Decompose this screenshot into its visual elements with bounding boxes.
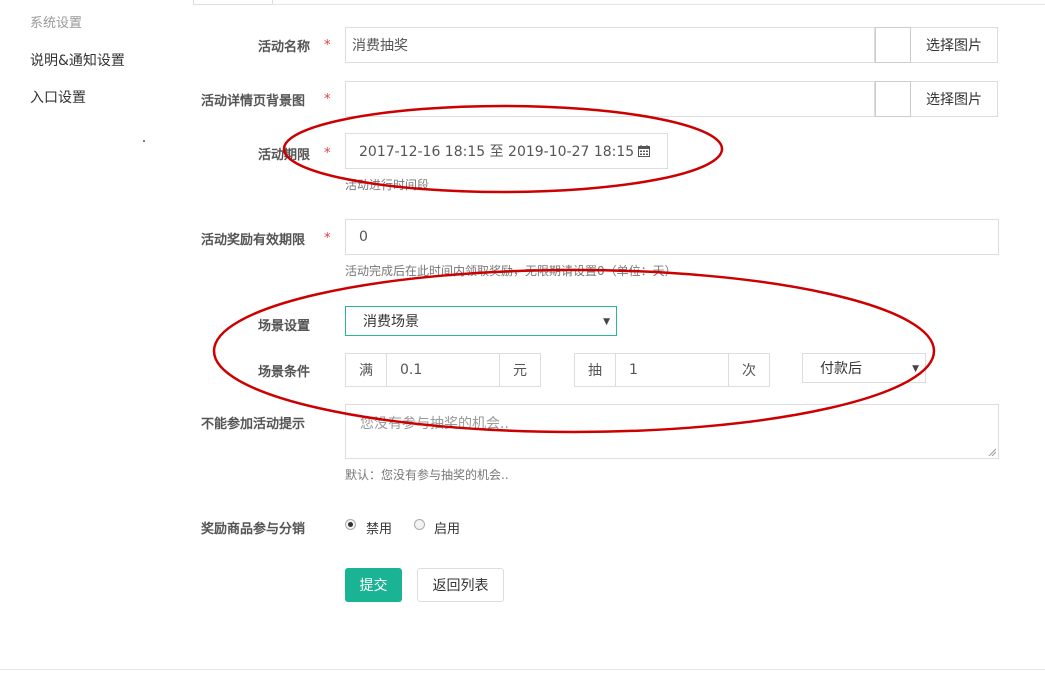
scene-setting-label: 场景设置 — [258, 319, 311, 334]
scene-select-value: 消费场景 — [363, 314, 419, 330]
draw-unit-addon: 次 — [728, 353, 770, 387]
sidebar: 系统设置 说明&通知设置 入口设置 — [0, 0, 192, 673]
page-footer-divider — [0, 669, 1045, 670]
caret-down-icon: ▼ — [912, 364, 919, 374]
activity-period-input[interactable]: 2017-12-16 18:15 至 2019-10-27 18:15 — [345, 133, 668, 169]
cannot-join-help: 默认：您没有参与抽奖的机会.. — [345, 468, 509, 482]
amount-prefix-addon: 满 — [345, 353, 387, 387]
reward-period-input[interactable]: 0 — [345, 219, 999, 255]
activity-name-label: 活动名称 — [258, 40, 311, 55]
activity-period-label: 活动期限 — [258, 148, 311, 163]
sidebar-item-notice-settings[interactable]: 说明&通知设置 — [30, 50, 125, 70]
sidebar-section-title: 系统设置 — [30, 16, 83, 31]
draw-prefix-addon: 抽 — [574, 353, 616, 387]
enable-radio-label[interactable]: 启用 — [434, 518, 460, 537]
select-background-button[interactable]: 选择图片 — [911, 81, 998, 117]
select-image-button[interactable]: 选择图片 — [911, 27, 998, 63]
required-mark: * — [324, 92, 331, 107]
disable-radio-label[interactable]: 禁用 — [366, 518, 392, 537]
reward-period-value: 0 — [359, 229, 368, 245]
background-image-preview — [875, 81, 911, 117]
draw-count-input[interactable]: 1 — [616, 353, 729, 387]
caret-down-icon: ▼ — [603, 317, 610, 327]
amount-value: 0.1 — [400, 362, 423, 378]
required-mark: * — [324, 38, 331, 53]
amount-input[interactable]: 0.1 — [387, 353, 500, 387]
amount-unit-addon: 元 — [499, 353, 541, 387]
enable-radio[interactable] — [414, 519, 425, 530]
tab-divider — [271, 4, 1045, 5]
cannot-join-placeholder: 您没有参与抽奖的机会.. — [360, 416, 509, 432]
cannot-join-textarea[interactable]: 您没有参与抽奖的机会.. — [345, 404, 999, 459]
timing-select-value: 付款后 — [820, 361, 862, 377]
background-image-input[interactable] — [345, 81, 875, 117]
distribution-label: 奖励商品参与分销 — [201, 522, 306, 537]
stray-dot — [143, 140, 145, 142]
activity-period-help: 活动进行时间段 — [345, 178, 430, 192]
back-to-list-button[interactable]: 返回列表 — [417, 568, 504, 602]
activity-name-value: 消费抽奖 — [352, 38, 408, 54]
activity-name-input[interactable]: 消费抽奖 — [345, 27, 875, 63]
active-tab-edge — [193, 0, 273, 5]
required-mark: * — [324, 146, 331, 161]
resize-handle-icon[interactable] — [988, 448, 996, 456]
calendar-icon[interactable] — [638, 145, 651, 157]
submit-button[interactable]: 提交 — [345, 568, 402, 602]
timing-select[interactable]: 付款后 ▼ — [802, 353, 926, 383]
activity-period-value: 2017-12-16 18:15 至 2019-10-27 18:15 — [359, 144, 635, 160]
background-image-label: 活动详情页背景图 — [201, 94, 306, 109]
sidebar-item-entry-settings[interactable]: 入口设置 — [30, 87, 86, 107]
cannot-join-label: 不能参加活动提示 — [201, 417, 306, 432]
required-mark: * — [324, 231, 331, 246]
activity-image-preview — [875, 27, 911, 63]
disable-radio[interactable] — [345, 519, 356, 530]
draw-count-value: 1 — [629, 362, 638, 378]
reward-period-help: 活动完成后在此时间内领取奖励，无限期请设置0（单位：天） — [345, 264, 677, 278]
scene-select[interactable]: 消费场景 ▼ — [345, 306, 617, 336]
scene-condition-label: 场景条件 — [258, 365, 311, 380]
reward-period-label: 活动奖励有效期限 — [201, 233, 306, 248]
